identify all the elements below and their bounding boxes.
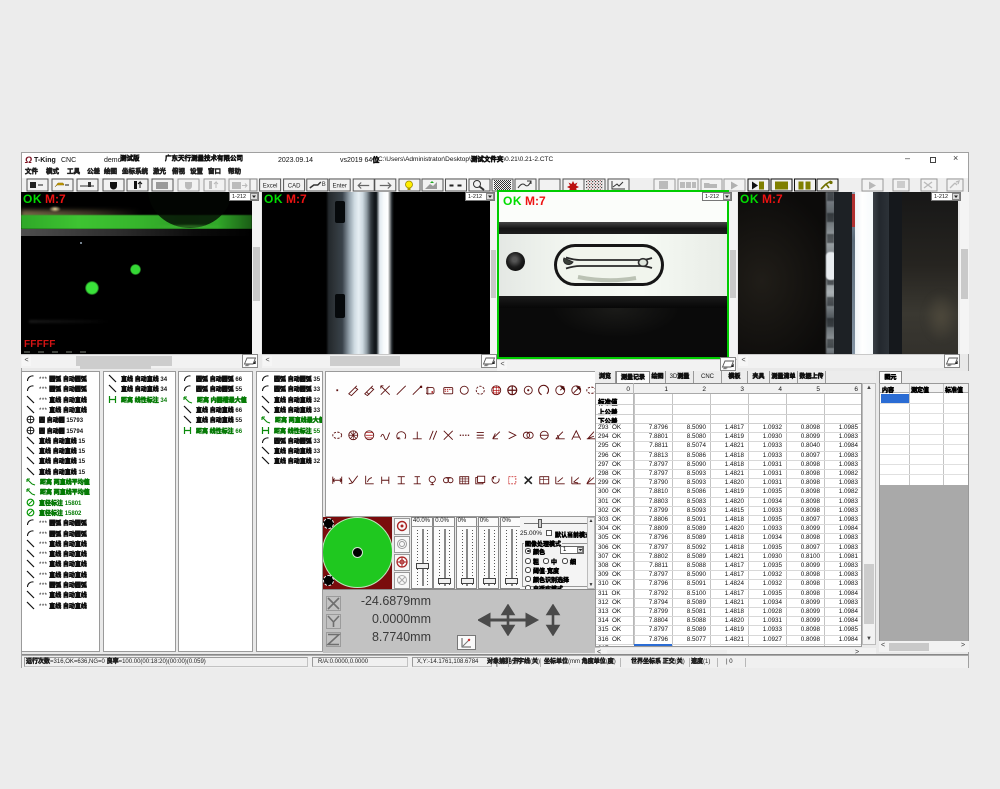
svg-text:Enter: Enter [333, 184, 347, 190]
svg-text:B: B [322, 182, 326, 188]
svg-text:CAD: CAD [288, 184, 301, 190]
svg-text:Excel: Excel [263, 184, 278, 190]
